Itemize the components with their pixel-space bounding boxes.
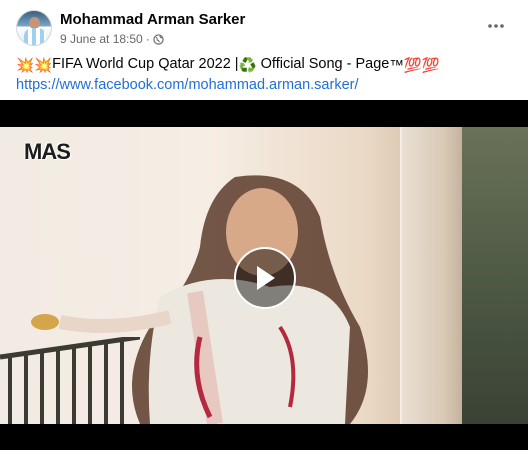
profile-link[interactable]: https://www.facebook.com/mohammad.arman.… [16, 77, 359, 93]
hundred-emoji: ™💯💯 [389, 58, 440, 74]
caption-text-2: Official Song - Page [256, 56, 390, 72]
post-caption: 💥💥FIFA World Cup Qatar 2022 |♻️ Official… [16, 55, 516, 95]
globe-icon [153, 33, 164, 45]
video-watermark: MAS [24, 139, 71, 164]
avatar-jersey [24, 28, 46, 45]
caption-line: 💥💥FIFA World Cup Qatar 2022 |♻️ Official… [16, 55, 516, 76]
collision-emoji: 💥💥 [16, 58, 53, 74]
video-player[interactable]: MAS [0, 100, 528, 450]
more-horizontal-icon[interactable] [484, 14, 508, 38]
post-header: Mohammad Arman Sarker 9 June at 18:50 · [16, 10, 516, 50]
play-icon[interactable] [234, 247, 296, 309]
avatar[interactable] [16, 10, 52, 46]
author-name[interactable]: Mohammad Arman Sarker [60, 11, 245, 28]
video-letterbox [0, 424, 528, 450]
caption-text: FIFA World Cup Qatar 2022 | [52, 56, 239, 72]
recycle-emoji: ♻️ [238, 58, 257, 74]
post-meta: 9 June at 18:50 · [60, 32, 164, 46]
meta-separator: · [145, 32, 150, 46]
facebook-post: Mohammad Arman Sarker 9 June at 18:50 · … [0, 0, 528, 450]
timestamp[interactable]: 9 June at 18:50 [60, 32, 143, 46]
